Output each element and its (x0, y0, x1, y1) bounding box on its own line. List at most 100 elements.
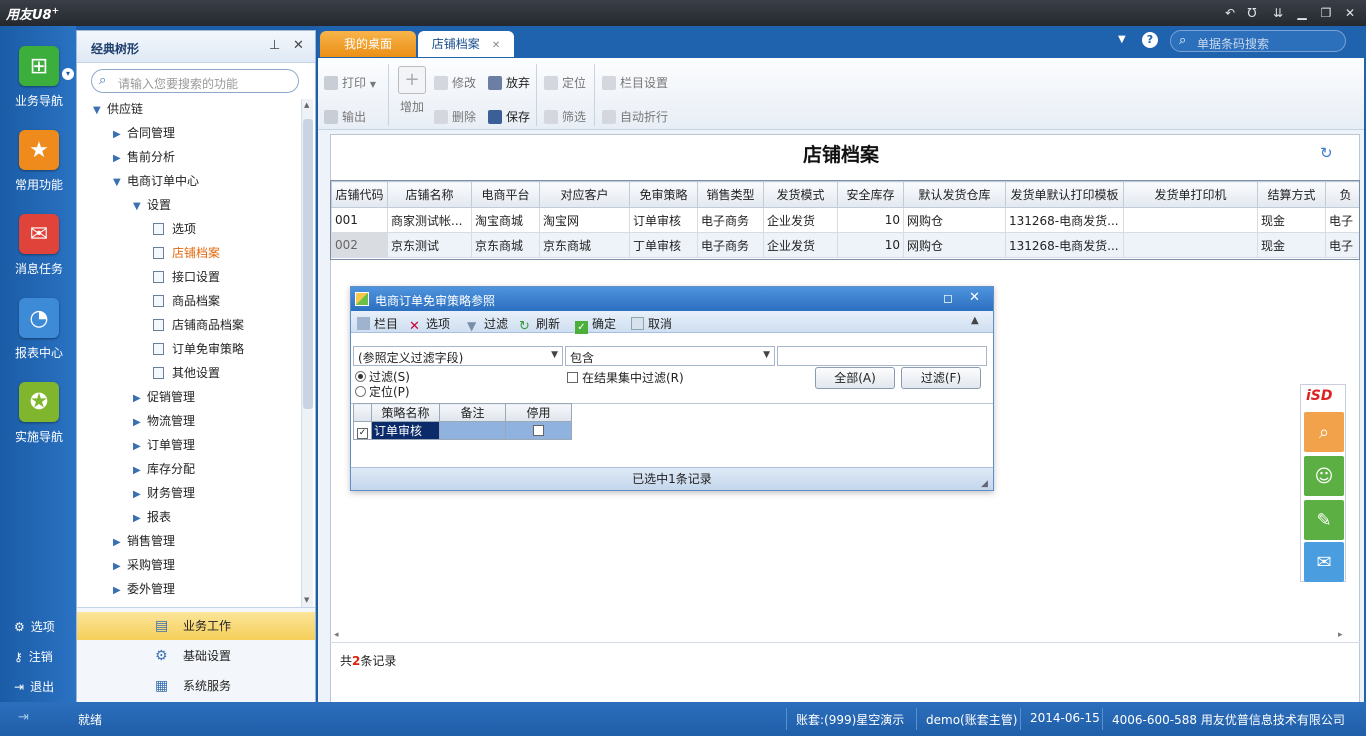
column-header[interactable]: 店铺代码 (331, 181, 388, 208)
undo-icon[interactable]: ↶ (1222, 5, 1238, 21)
table-row[interactable]: 001 商家测试帐... 淘宝商城 淘宝网 订单审核 电子商务 企业发货 10 网购仓 13126… (331, 207, 1359, 233)
table-cell[interactable]: 131268-电商发货... (1005, 207, 1124, 233)
tree-item[interactable]: 订单免审策略 (77, 337, 301, 361)
tree-item[interactable]: ▶ 促销管理 (77, 385, 301, 409)
scroll-left-icon[interactable]: ◂ (334, 630, 339, 640)
exit-link[interactable]: ⇥ 退出 (14, 678, 54, 695)
tree-item[interactable]: ▶ 委外管理 (77, 577, 301, 601)
resize-grip-icon[interactable]: ◢ (981, 479, 988, 489)
collapse-panel-icon[interactable]: ⇥ (18, 710, 29, 725)
table-cell[interactable]: 电子商务 (697, 232, 764, 258)
column-header[interactable]: 负 (1325, 181, 1359, 208)
maximize-icon[interactable]: ◻ (943, 291, 953, 305)
filter-button[interactable]: 筛选 (544, 108, 586, 125)
table-cell[interactable]: 001 (331, 207, 388, 233)
tree-item[interactable]: 接口设置 (77, 265, 301, 289)
filter-tool[interactable]: ▼ 过滤 (467, 315, 508, 333)
table-cell[interactable]: 网购仓 (903, 232, 1006, 258)
delete-button[interactable]: 删除 (434, 108, 476, 125)
chevron-right-icon[interactable]: ▶ (133, 507, 147, 531)
add-button[interactable]: + 增加 (396, 66, 428, 115)
refresh-tool[interactable]: ↻ 刷新 (519, 315, 560, 333)
tab-close-icon[interactable]: ✕ (492, 40, 500, 51)
isd-service-icon[interactable]: ☺ (1304, 456, 1344, 496)
dialog-close-icon[interactable]: ✕ (969, 290, 980, 305)
isd-chat-icon[interactable]: ✉ (1304, 542, 1344, 582)
close-panel-icon[interactable]: ✕ (293, 38, 304, 53)
tree-item[interactable]: ▶ 采购管理 (77, 553, 301, 577)
tree-item[interactable]: 选项 (77, 217, 301, 241)
nav-business[interactable]: ⊞ 业务导航 (6, 26, 72, 108)
print-button[interactable]: 打印 ▼ (324, 74, 376, 91)
note-cell[interactable] (439, 421, 506, 440)
column-header[interactable]: 电商平台 (471, 181, 540, 208)
chevron-right-icon[interactable]: ▶ (113, 555, 127, 579)
table-cell[interactable]: 京东测试 (387, 232, 472, 258)
table-cell[interactable]: 企业发货 (763, 232, 838, 258)
chevron-down-icon[interactable]: ▼ (93, 99, 107, 123)
radio-locate[interactable]: 定位(P) (355, 383, 410, 400)
nav-implement[interactable]: ✪ 实施导航 (6, 362, 72, 444)
tree-item[interactable]: 其他设置 (77, 361, 301, 385)
tab-desktop[interactable]: 我的桌面 (320, 31, 416, 57)
columns-tool[interactable]: 栏目 (357, 315, 398, 332)
isd-document-icon[interactable]: ✎ (1304, 500, 1344, 540)
column-header[interactable]: 销售类型 (697, 181, 764, 208)
tree-item[interactable]: ▶ 订单管理 (77, 433, 301, 457)
scroll-up-icon[interactable]: ▲ (304, 101, 309, 109)
tree-item[interactable]: ▶ 售前分析 (77, 145, 301, 169)
table-cell[interactable]: 现金 (1257, 207, 1326, 233)
chevron-down-icon[interactable]: ▼ (133, 195, 147, 219)
chevron-right-icon[interactable]: ▶ (133, 411, 147, 435)
footer-base-settings[interactable]: ⚙ 基础设置 (77, 642, 315, 670)
auto-wrap-button[interactable]: 自动折行 (602, 108, 668, 125)
table-row[interactable]: 002 京东测试 京东商城 京东商城 丁单审核 电子商务 企业发货 10 网购仓 131268-电… (331, 232, 1359, 258)
tree-item[interactable]: ▶ 报表 (77, 505, 301, 529)
all-button[interactable]: 全部(A) (815, 367, 895, 389)
filter-button[interactable]: 过滤(F) (901, 367, 981, 389)
nav-common[interactable]: ★ 常用功能 (6, 110, 72, 192)
tree-item[interactable]: ▶ 销售管理 (77, 529, 301, 553)
cancel-tool[interactable]: 取消 (631, 315, 672, 332)
expand-icon[interactable]: ▾ (62, 68, 74, 80)
isd-search-icon[interactable]: ⌕ (1304, 412, 1344, 452)
table-cell[interactable]: 京东商城 (471, 232, 540, 258)
restore-icon[interactable]: ❐ (1318, 5, 1334, 21)
scroll-down-icon[interactable]: ▼ (304, 596, 309, 604)
menu-down-icon[interactable]: ⇊ (1270, 5, 1286, 21)
pin-icon[interactable]: ⊥ (269, 38, 280, 53)
table-cell[interactable]: 网购仓 (903, 207, 1006, 233)
tab-shop-archive[interactable]: 店铺档案 ✕ (418, 31, 514, 57)
table-cell[interactable] (1123, 232, 1258, 258)
abandon-button[interactable]: 放弃 (488, 74, 530, 91)
table-cell[interactable]: 电子 (1325, 232, 1359, 258)
chevron-right-icon[interactable]: ▶ (113, 147, 127, 171)
col-header[interactable]: 停用 (505, 403, 572, 422)
collapse-icon[interactable]: ▲ (971, 315, 979, 326)
chevron-right-icon[interactable]: ▶ (133, 435, 147, 459)
table-cell[interactable]: 京东商城 (539, 232, 630, 258)
table-cell[interactable]: 丁单审核 (629, 232, 698, 258)
tree-item[interactable]: ▼ 设置 (77, 193, 301, 217)
u-icon[interactable]: Ʊ (1244, 5, 1260, 21)
table-cell[interactable]: 电子商务 (697, 207, 764, 233)
tree-item[interactable]: ▼ 供应链 (77, 97, 301, 121)
table-cell[interactable]: 10 (837, 232, 904, 258)
options-link[interactable]: ⚙ 选项 (14, 618, 55, 635)
close-icon[interactable]: ✕ (1342, 5, 1358, 21)
column-header[interactable]: 对应客户 (539, 181, 630, 208)
col-header[interactable]: 备注 (439, 403, 506, 422)
tree-item[interactable]: ▶ 财务管理 (77, 481, 301, 505)
column-header[interactable]: 发货单默认打印模板 (1005, 181, 1124, 208)
column-header[interactable]: 发货模式 (763, 181, 838, 208)
in-result-checkbox[interactable]: 在结果集中过滤(R) (567, 369, 684, 386)
chevron-down-icon[interactable]: ▼ (113, 171, 127, 195)
strategy-name-cell[interactable]: 订单审核 (371, 421, 440, 440)
table-cell[interactable]: 002 (331, 232, 388, 258)
tree-item[interactable]: 店铺商品档案 (77, 313, 301, 337)
table-cell[interactable]: 企业发货 (763, 207, 838, 233)
options-tool[interactable]: ✕ 选项 (409, 315, 450, 333)
tree-item[interactable]: 店铺档案 (77, 241, 301, 265)
column-header[interactable]: 安全库存 (837, 181, 904, 208)
tree-item[interactable]: ▼ 电商订单中心 (77, 169, 301, 193)
